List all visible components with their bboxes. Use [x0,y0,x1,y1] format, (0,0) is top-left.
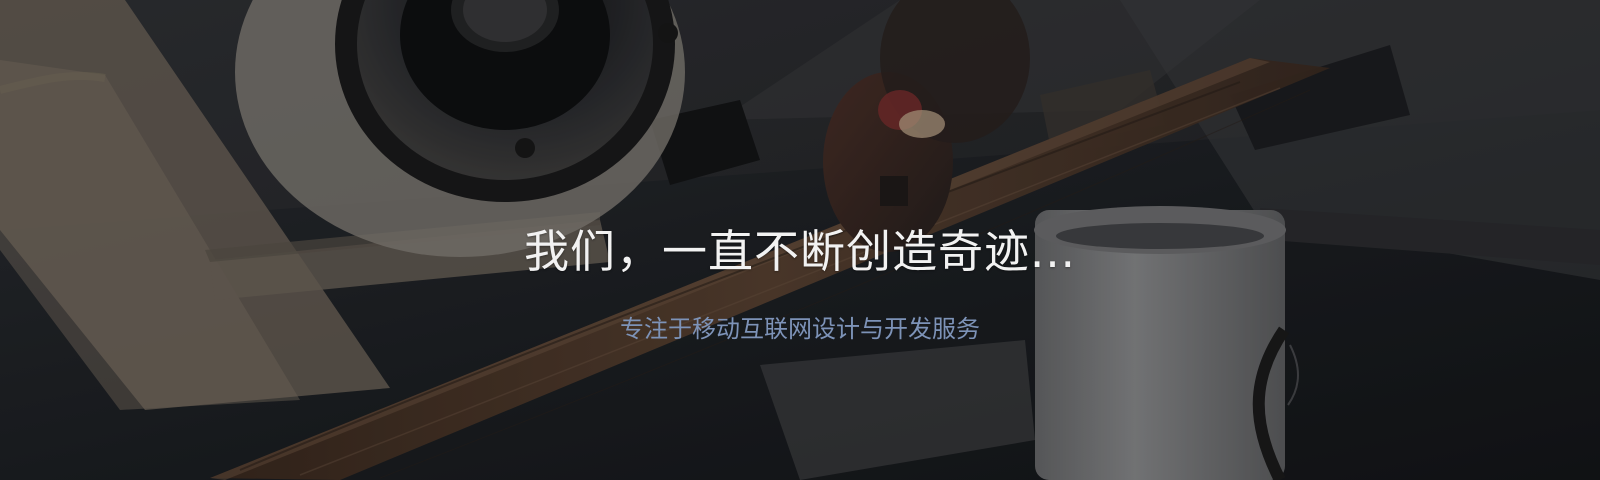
hero-banner: 我们，一直不断创造奇迹... 专注于移动互联网设计与开发服务 [0,0,1600,480]
hero-title: 我们，一直不断创造奇迹... [524,225,1076,278]
hero-subtitle: 专注于移动互联网设计与开发服务 [620,315,980,343]
